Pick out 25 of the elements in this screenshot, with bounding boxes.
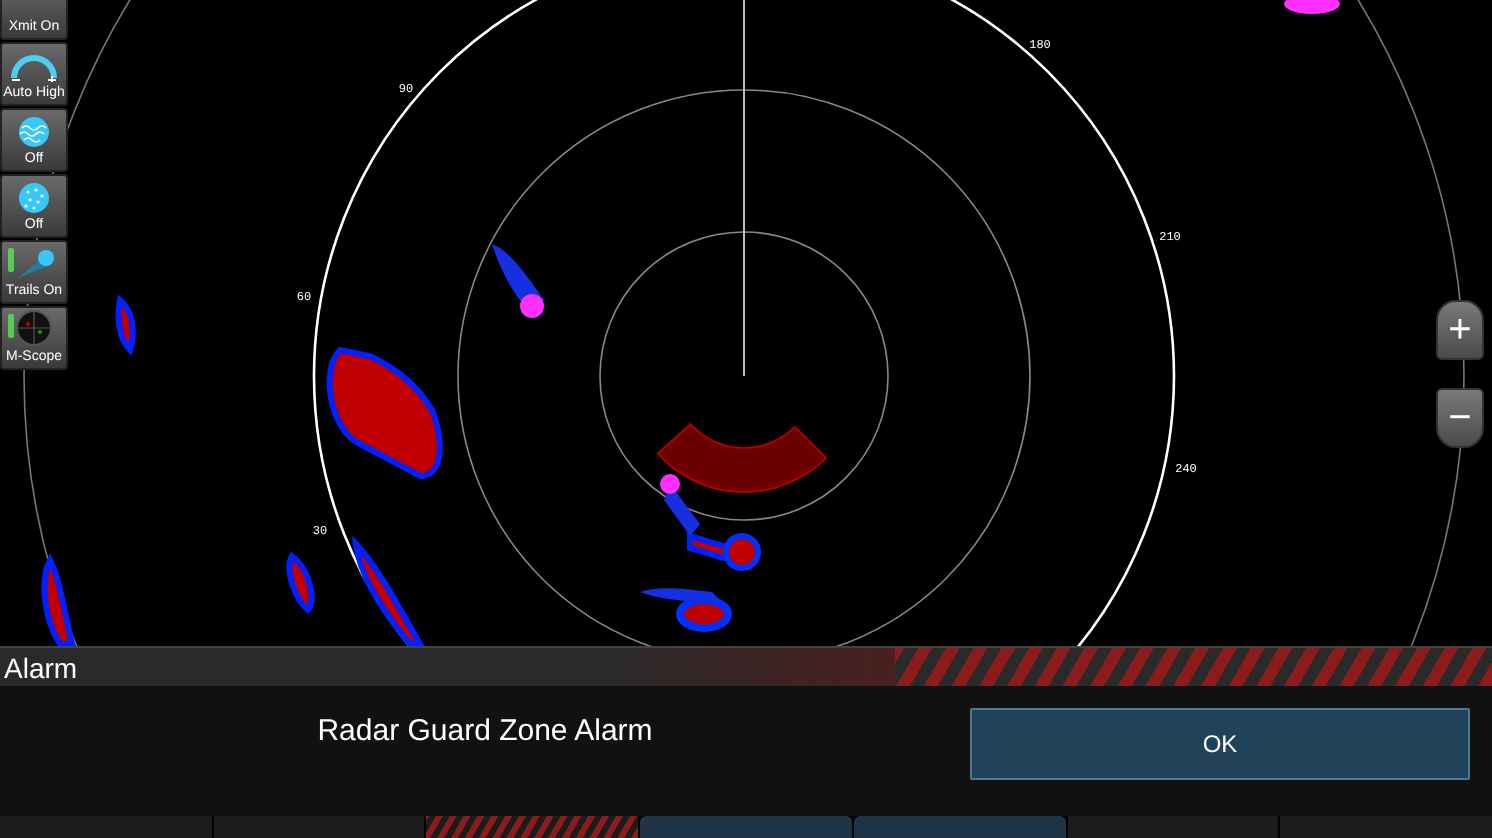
radar-echo: [326, 347, 443, 479]
radar-echo: [41, 557, 75, 647]
zoom-in-button[interactable]: +: [1436, 300, 1484, 360]
radar-echo: [723, 533, 761, 571]
bottom-tab[interactable]: [1067, 816, 1279, 838]
ok-button[interactable]: OK: [970, 708, 1470, 780]
radar-scope-icon: [16, 310, 52, 346]
radar-echo: [353, 541, 423, 647]
dotted-globe-icon: [18, 182, 50, 214]
wave-globe-icon: [18, 116, 50, 148]
target-dot: [520, 294, 544, 318]
radar-echo: [115, 297, 136, 353]
bottom-tab[interactable]: [853, 816, 1066, 838]
target-dot: [660, 474, 680, 494]
bottom-tab[interactable]: [1280, 816, 1492, 838]
comet-trail-icon: [14, 248, 54, 280]
alarm-title: Alarm: [0, 646, 1492, 686]
bottom-tab[interactable]: [640, 816, 852, 838]
gain-arc-icon: [8, 54, 60, 82]
bottom-tab[interactable]: [213, 816, 425, 838]
bottom-tab[interactable]: [0, 816, 212, 838]
alarm-message: Radar Guard Zone Alarm: [315, 712, 655, 752]
bottom-tab[interactable]: [426, 816, 639, 838]
zoom-out-button[interactable]: −: [1436, 388, 1484, 448]
radar-echo: [286, 553, 315, 613]
